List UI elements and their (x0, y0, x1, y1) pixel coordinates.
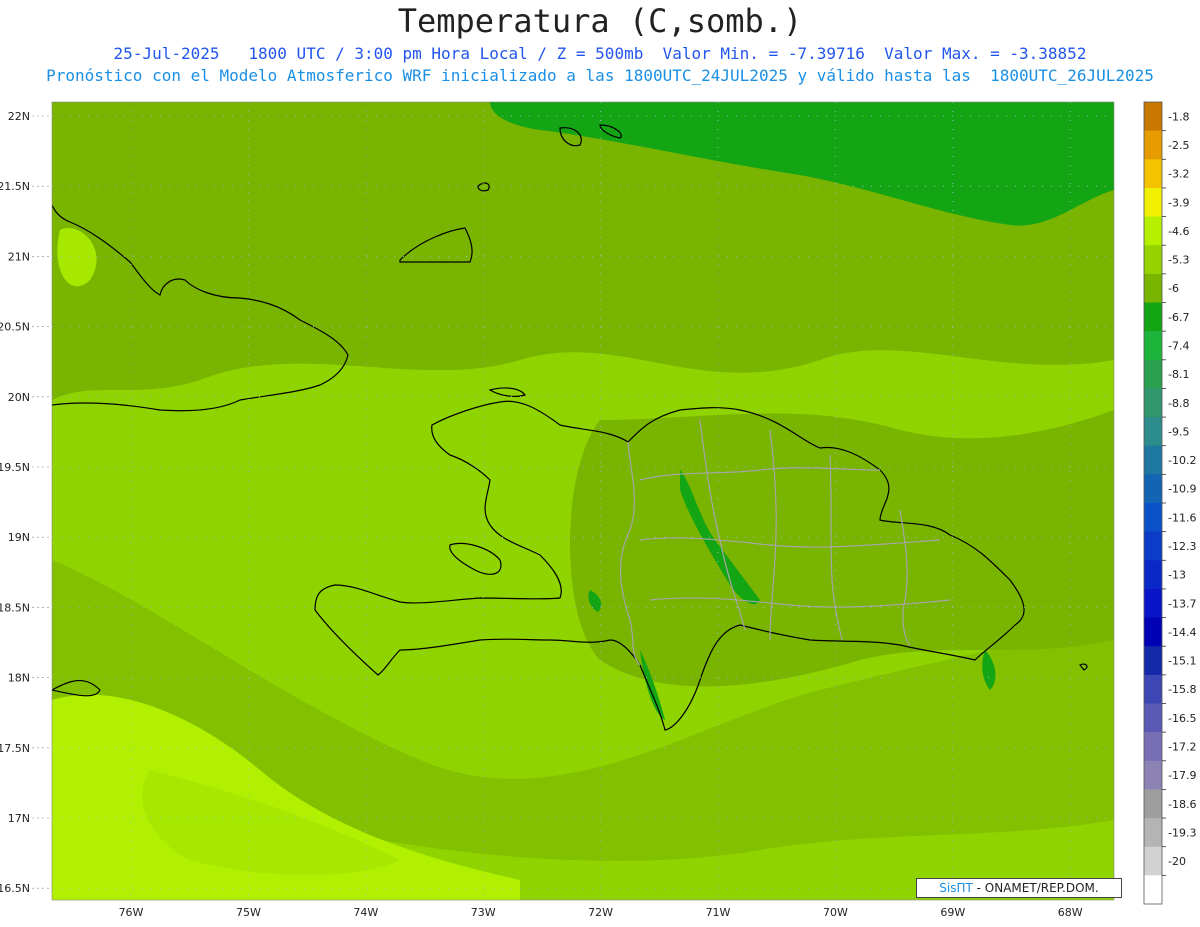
colorbar-label: -19.3 (1168, 826, 1196, 839)
colorbar-label: -8.8 (1168, 397, 1189, 410)
lon-tick-label: 68W (1058, 906, 1083, 919)
colorbar-label: -3.2 (1168, 168, 1189, 181)
colorbar-swatch (1144, 531, 1162, 561)
colorbar-label: -20 (1168, 855, 1186, 868)
lat-tick-label: 18N (8, 672, 30, 685)
lat-tick-label: 17N (8, 812, 30, 825)
colorbar-swatch (1144, 187, 1162, 218)
colorbar-swatch (1144, 130, 1162, 160)
credit-brand: SisПT (939, 881, 973, 895)
latitude-axis: 22N 21.5N 21N 20.5N 20N 19.5N 19N 18.5N 18N 17.5N… (0, 110, 52, 895)
colorbar-label: -5.3 (1168, 254, 1189, 267)
longitude-axis: 76W 75W 74W 73W 72W 71W 70W 69W 68W (119, 906, 1083, 919)
lat-tick-label: 21.5N (0, 180, 30, 193)
colorbar-swatch (1144, 846, 1162, 876)
colorbar-label: -11.6 (1168, 511, 1196, 524)
colorbar-label: -14.4 (1168, 626, 1196, 639)
colorbar-label: -6 (1168, 282, 1179, 295)
colorbar-label: -13.7 (1168, 597, 1196, 610)
colorbar-label: -17.9 (1168, 769, 1196, 782)
colorbar-swatch (1144, 445, 1162, 475)
colorbar-swatch (1144, 474, 1162, 504)
colorbar-label: -13 (1168, 569, 1186, 582)
colorbar-swatch (1144, 302, 1162, 332)
colorbar-swatch (1144, 331, 1162, 361)
lon-tick-label: 71W (706, 906, 731, 919)
lat-tick-label: 22N (8, 110, 30, 123)
colorbar-swatch (1144, 674, 1162, 704)
lon-tick-label: 74W (353, 906, 378, 919)
colorbar-label: -16.5 (1168, 712, 1196, 725)
temperature-field (52, 102, 1114, 900)
colorbar-swatch (1144, 159, 1162, 189)
colorbar-swatch (1144, 245, 1162, 275)
colorbar-label: -1.8 (1168, 110, 1189, 123)
lat-tick-label: 19.5N (0, 461, 30, 474)
cool-region (570, 410, 1114, 687)
colorbar-label: -9.5 (1168, 425, 1189, 438)
colorbar-swatch (1144, 388, 1162, 418)
colorbar: -1.8 -2.5 -3.2 -3.9 -4.6 -5.3 -6 -6.7 -7.4 -8.1 -8… (1143, 101, 1196, 905)
lon-tick-label: 69W (940, 906, 965, 919)
colorbar-swatch (1144, 760, 1162, 790)
colorbar-label: -17.2 (1168, 740, 1196, 753)
credit-text: - ONAMET/REP.DOM. (972, 881, 1099, 895)
lon-tick-label: 75W (236, 906, 261, 919)
colorbar-label: -2.5 (1168, 139, 1189, 152)
colorbar-label: -4.6 (1168, 225, 1189, 238)
lat-tick-label: 20.5N (0, 321, 30, 334)
colorbar-swatch (1144, 789, 1162, 819)
colorbar-swatch (1144, 216, 1162, 246)
lon-tick-label: 70W (823, 906, 848, 919)
colorbar-swatch (1144, 703, 1162, 733)
colorbar-label: -3.9 (1168, 196, 1189, 209)
lat-tick-label: 20N (8, 391, 30, 404)
lat-tick-label: 16.5N (0, 882, 30, 895)
colorbar-label: -6.7 (1168, 311, 1189, 324)
lon-tick-label: 73W (471, 906, 496, 919)
map-figure: 22N 21.5N 21N 20.5N 20N 19.5N 19N 18.5N 18N 17.5N… (0, 101, 1196, 919)
colorbar-swatch (1144, 732, 1162, 762)
colorbar-swatch (1144, 818, 1162, 848)
colorbar-swatch (1144, 503, 1162, 533)
lon-tick-label: 72W (588, 906, 613, 919)
credit-box: SisПT - ONAMET/REP.DOM. (916, 878, 1122, 898)
colorbar-swatch (1144, 273, 1162, 303)
colorbar-swatch (1144, 560, 1162, 590)
colorbar-label: -8.1 (1168, 368, 1189, 381)
lat-tick-label: 19N (8, 531, 30, 544)
colorbar-swatch (1144, 617, 1162, 647)
colorbar-label: -7.4 (1168, 339, 1189, 352)
colorbar-swatch (1144, 102, 1162, 132)
colorbar-label: -12.3 (1168, 540, 1196, 553)
colorbar-swatch (1144, 359, 1162, 389)
lon-tick-label: 76W (119, 906, 144, 919)
colorbar-swatch (1144, 417, 1162, 447)
lat-tick-label: 17.5N (0, 742, 30, 755)
colorbar-swatch (1144, 588, 1162, 619)
lat-tick-label: 18.5N (0, 601, 30, 614)
colorbar-label: -10.9 (1168, 483, 1196, 496)
lat-tick-label: 21N (8, 250, 30, 263)
colorbar-swatch (1144, 875, 1162, 905)
colorbar-label: -15.1 (1168, 655, 1196, 668)
colorbar-label: -10.2 (1168, 454, 1196, 467)
colorbar-swatch (1144, 646, 1162, 676)
colorbar-label: -15.8 (1168, 683, 1196, 696)
colorbar-label: -18.6 (1168, 798, 1196, 811)
